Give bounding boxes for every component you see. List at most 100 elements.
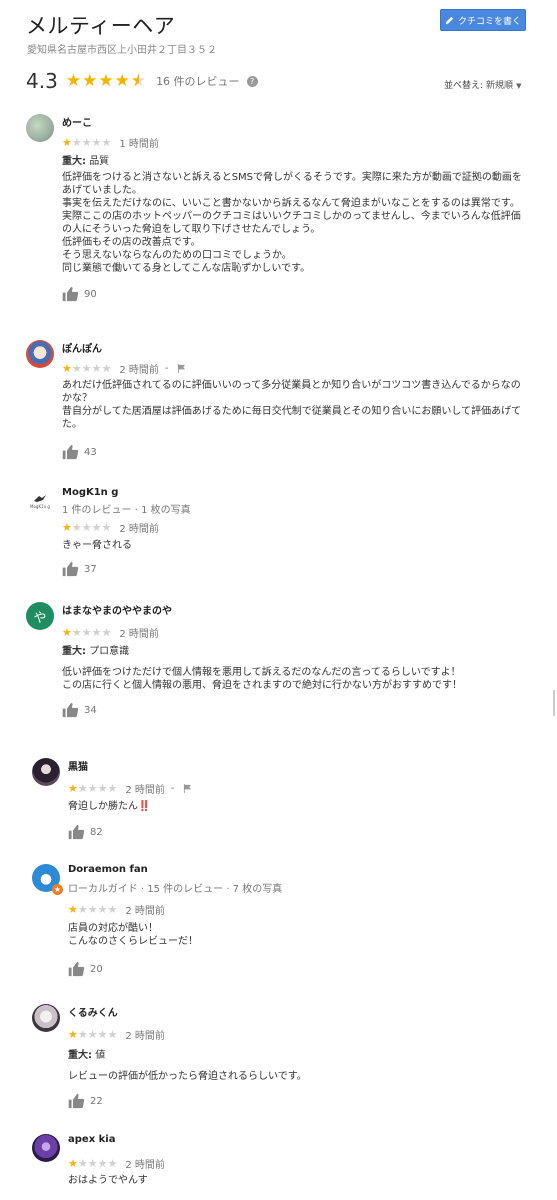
reviewer-name[interactable]: apex kia bbox=[68, 1134, 115, 1145]
star-empty-icon: ★ bbox=[87, 781, 98, 795]
star-empty-icon: ★ bbox=[81, 135, 92, 149]
thumbs-up-icon bbox=[68, 1093, 85, 1109]
star-icon: ★ bbox=[62, 135, 72, 149]
criticism: 重大: プロ意識 bbox=[62, 642, 129, 657]
avatar[interactable] bbox=[32, 1004, 60, 1032]
review-time: 2 時間前 bbox=[125, 1030, 165, 1042]
review-text: レビューの評価が低かったら脅迫されるらしいです。 bbox=[68, 1071, 307, 1082]
criticism-value: 品質 bbox=[89, 156, 110, 167]
criticism-label: 重大: bbox=[62, 646, 86, 657]
star-icon: ★ bbox=[68, 1156, 78, 1170]
review-time: 2 時間前 bbox=[125, 1159, 165, 1171]
like-button[interactable]: 82 bbox=[68, 824, 103, 840]
review-time: 2 時間前 bbox=[119, 628, 159, 640]
help-icon[interactable]: ? bbox=[246, 75, 258, 87]
like-button[interactable]: 90 bbox=[62, 286, 97, 302]
scrollbar-thumb[interactable] bbox=[553, 690, 555, 716]
thumbs-up-icon bbox=[68, 824, 85, 840]
like-count: 82 bbox=[90, 826, 103, 838]
star-empty-icon: ★ bbox=[81, 361, 92, 375]
review-rating: ★ ★ ★ ★ ★ 2 時間前 bbox=[68, 1156, 165, 1171]
thumbs-up-icon bbox=[62, 561, 79, 577]
avatar[interactable] bbox=[32, 1134, 60, 1162]
star-empty-icon: ★ bbox=[91, 135, 102, 149]
review-time: 2 時間前 bbox=[119, 364, 159, 376]
reviewer-name[interactable]: くるみくん bbox=[68, 1004, 118, 1019]
star-icon: ★ bbox=[114, 70, 130, 91]
review-text: 低評価をつけると消さないと訴えるとSMSで脅しがくるそうです。実際に来た方が動画… bbox=[62, 172, 522, 274]
reviewer-meta: 1 件のレビュー · 1 枚の写真 bbox=[62, 505, 191, 516]
write-review-label: クチコミを書く bbox=[457, 16, 521, 27]
star-icon: ★ bbox=[65, 70, 82, 91]
star-empty-icon: ★ bbox=[101, 135, 112, 149]
review-rating: ★ ★ ★ ★ ★ 2 時間前 - bbox=[62, 361, 186, 376]
star-icon: ★ bbox=[62, 625, 72, 639]
like-button[interactable]: 34 bbox=[62, 702, 97, 718]
avatar[interactable]: や bbox=[26, 602, 54, 630]
reviewer-name[interactable]: ぽんぽん bbox=[62, 340, 102, 355]
reviewer-name[interactable]: はまなやまのややまのや bbox=[62, 602, 172, 617]
star-empty-icon: ★ bbox=[101, 361, 112, 375]
place-header: メルティーヘア 愛知県名古屋市西区上小田井２丁目３５２ クチコミを書く 4.3 … bbox=[0, 0, 557, 100]
criticism: 重大: 品質 bbox=[62, 152, 109, 167]
review-count[interactable]: 16 件のレビュー bbox=[156, 73, 240, 89]
sort-value: 新規順 bbox=[486, 81, 514, 91]
review-time: 2 時間前 bbox=[125, 784, 165, 796]
star-icon: ★ bbox=[68, 1027, 78, 1041]
reviewer-name[interactable]: めーこ bbox=[62, 114, 92, 129]
sort-dropdown[interactable]: 並べ替え: 新規順 ▼ bbox=[444, 78, 521, 91]
caret-down-icon: ▼ bbox=[516, 82, 522, 90]
review-rating: ★ ★ ★ ★ ★ 2 時間前 bbox=[62, 520, 159, 535]
star-empty-icon: ★ bbox=[81, 520, 92, 534]
reviewer-meta: ローカルガイド · 15 件のレビュー · 7 枚の写真 bbox=[68, 884, 283, 895]
like-button[interactable]: 22 bbox=[68, 1093, 103, 1109]
reviewer-name[interactable]: Doraemon fan bbox=[68, 864, 148, 875]
star-empty-icon: ★ bbox=[107, 1156, 118, 1170]
star-icon: ★ bbox=[68, 902, 78, 916]
star-empty-icon: ★ bbox=[87, 902, 98, 916]
avatar-caption: MogK1n g bbox=[30, 503, 50, 509]
star-empty-icon: ★ bbox=[71, 625, 82, 639]
like-button[interactable]: 37 bbox=[62, 561, 97, 577]
like-button[interactable]: 20 bbox=[68, 961, 103, 977]
reviewer-name[interactable]: 黒猫 bbox=[68, 758, 88, 773]
flag-icon[interactable] bbox=[183, 783, 192, 793]
star-empty-icon: ★ bbox=[97, 1027, 108, 1041]
star-empty-icon: ★ bbox=[91, 520, 102, 534]
avatar[interactable]: MogK1n g bbox=[26, 487, 54, 515]
like-count: 20 bbox=[90, 963, 103, 975]
star-empty-icon: ★ bbox=[77, 902, 88, 916]
rating-stars: ★ ★ ★ ★ ★ bbox=[65, 70, 146, 91]
star-empty-icon: ★ bbox=[101, 520, 112, 534]
star-empty-icon: ★ bbox=[101, 625, 112, 639]
star-empty-icon: ★ bbox=[77, 1027, 88, 1041]
write-review-button[interactable]: クチコミを書く bbox=[440, 9, 526, 31]
star-empty-icon: ★ bbox=[71, 361, 82, 375]
star-icon: ★ bbox=[98, 70, 114, 91]
star-empty-icon: ★ bbox=[91, 361, 102, 375]
rating-value: 4.3 bbox=[26, 69, 58, 93]
sort-label: 並べ替え: bbox=[444, 81, 484, 91]
review-rating: ★ ★ ★ ★ ★ 2 時間前 bbox=[68, 1027, 165, 1042]
like-button[interactable]: 43 bbox=[62, 444, 97, 460]
star-empty-icon: ★ bbox=[77, 781, 88, 795]
separator: - bbox=[170, 782, 175, 794]
reviewer-name[interactable]: MogK1n g bbox=[62, 487, 118, 498]
criticism: 重大: 値 bbox=[68, 1046, 105, 1061]
review-text: 脅迫しか勝たん‼️ bbox=[68, 801, 151, 812]
star-icon: ★ bbox=[82, 70, 98, 91]
like-count: 34 bbox=[84, 704, 97, 716]
avatar[interactable] bbox=[32, 758, 60, 786]
place-address: 愛知県名古屋市西区上小田井２丁目３５２ bbox=[27, 45, 217, 56]
review-rating: ★ ★ ★ ★ ★ 2 時間前 - bbox=[68, 781, 192, 796]
star-empty-icon: ★ bbox=[87, 1027, 98, 1041]
avatar[interactable]: ★ bbox=[32, 864, 63, 895]
review-rating: ★ ★ ★ ★ ★ 1 時間前 bbox=[62, 135, 159, 150]
thumbs-up-icon bbox=[62, 702, 79, 718]
flag-icon[interactable] bbox=[177, 363, 186, 373]
avatar[interactable] bbox=[26, 114, 54, 142]
avatar[interactable] bbox=[26, 340, 54, 368]
review-rating: ★ ★ ★ ★ ★ 2 時間前 bbox=[68, 902, 165, 917]
criticism-label: 重大: bbox=[68, 1050, 92, 1061]
review-time: 2 時間前 bbox=[125, 905, 165, 917]
